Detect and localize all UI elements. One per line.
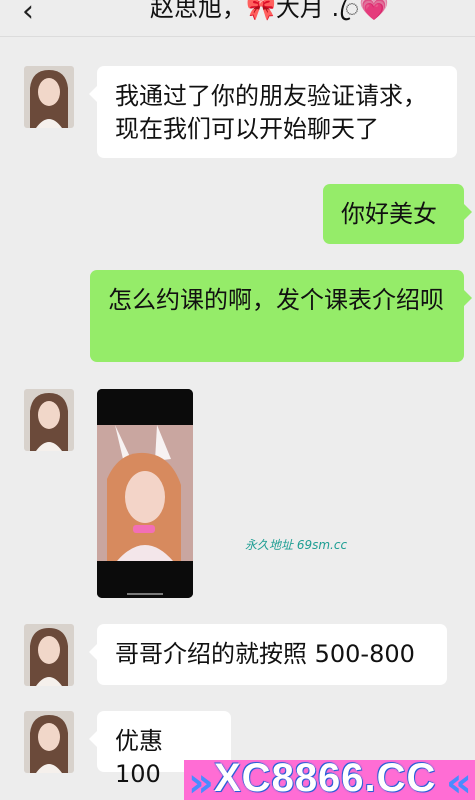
contact-avatar[interactable]: [24, 711, 74, 773]
chat-title: 赵思旭，🎀大月 .ꦿ💗: [150, 0, 389, 22]
message-text: 哥哥介绍的就按照 500-800: [115, 640, 415, 668]
back-chevron-icon[interactable]: ‹: [22, 0, 34, 29]
contact-avatar[interactable]: [24, 624, 74, 686]
ad-banner[interactable]: » XC8866.CC «: [184, 760, 475, 800]
double-chevron-icon: «: [446, 760, 472, 800]
message-text: 怎么约课的啊，发个课表介绍呗: [108, 286, 444, 314]
video-message[interactable]: [97, 389, 193, 598]
message-text: 我通过了你的朋友验证请求，现在我们可以开始聊天了: [115, 82, 427, 143]
message-bubble-incoming[interactable]: 我通过了你的朋友验证请求，现在我们可以开始聊天了: [89, 66, 457, 158]
message-bubble-outgoing[interactable]: 怎么约课的啊，发个课表介绍呗: [90, 270, 472, 362]
message-bubble-incoming[interactable]: 哥哥介绍的就按照 500-800: [89, 624, 447, 685]
message-text: 你好美女: [341, 200, 437, 228]
message-bubble-outgoing[interactable]: 你好美女: [323, 184, 472, 244]
video-thumbnail: [97, 389, 193, 598]
ad-banner-text: XC8866.CC: [214, 760, 437, 800]
double-chevron-icon: »: [188, 760, 214, 800]
message-text: 优惠 100: [115, 727, 163, 788]
watermark-text: 永久地址 69sm.cc: [245, 538, 348, 552]
chat-header: ‹ 赵思旭，🎀大月 .ꦿ💗: [0, 0, 475, 37]
contact-avatar[interactable]: [24, 389, 74, 451]
contact-avatar[interactable]: [24, 66, 74, 128]
